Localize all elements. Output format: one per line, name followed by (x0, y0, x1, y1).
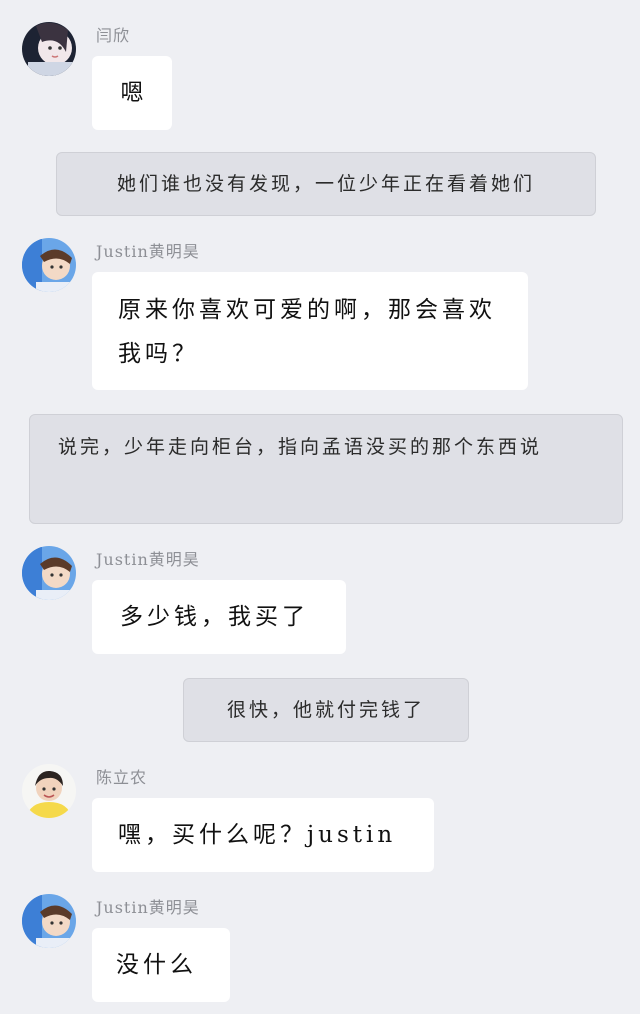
narration-bubble: 她们谁也没有发现，一位少年正在看着她们 (56, 152, 596, 216)
avatar[interactable] (22, 894, 76, 948)
chat-message: 陈立农 嘿，买什么呢？justin (22, 764, 622, 876)
sender-name: Justin黄明昊 (96, 898, 200, 917)
sender-name: 闫欣 (96, 26, 131, 45)
message-bubble[interactable]: 没什么 (92, 928, 230, 1002)
chat-message: 闫欣 嗯 (22, 22, 622, 132)
sender-name: 陈立农 (96, 768, 148, 787)
avatar[interactable] (22, 238, 76, 292)
sender-name: Justin黄明昊 (96, 242, 200, 261)
avatar-icon (22, 764, 76, 818)
chat-message: Justin黄明昊 多少钱，我买了 (22, 546, 622, 658)
message-bubble[interactable]: 原来你喜欢可爱的啊，那会喜欢我吗？ (92, 272, 528, 390)
avatar[interactable] (22, 764, 76, 818)
avatar-icon (22, 894, 76, 948)
avatar[interactable] (22, 546, 76, 600)
avatar-icon (22, 546, 76, 600)
avatar[interactable] (22, 22, 76, 76)
chat-message: Justin黄明昊 原来你喜欢可爱的啊，那会喜欢我吗？ (22, 238, 622, 398)
chat-thread[interactable]: 闫欣 嗯 她们谁也没有发现，一位少年正在看着她们 Justin黄明昊 原来你喜欢… (0, 0, 640, 1014)
message-bubble[interactable]: 多少钱，我买了 (92, 580, 346, 654)
avatar-icon (22, 22, 76, 76)
sender-name: Justin黄明昊 (96, 550, 200, 569)
chat-message: Justin黄明昊 没什么 (22, 894, 622, 1006)
message-bubble[interactable]: 嗯 (92, 56, 172, 130)
narration-bubble: 说完，少年走向柜台，指向孟语没买的那个东西说 (29, 414, 623, 524)
avatar-icon (22, 238, 76, 292)
narration-bubble: 很快，他就付完钱了 (183, 678, 469, 742)
message-bubble[interactable]: 嘿，买什么呢？justin (92, 798, 434, 872)
